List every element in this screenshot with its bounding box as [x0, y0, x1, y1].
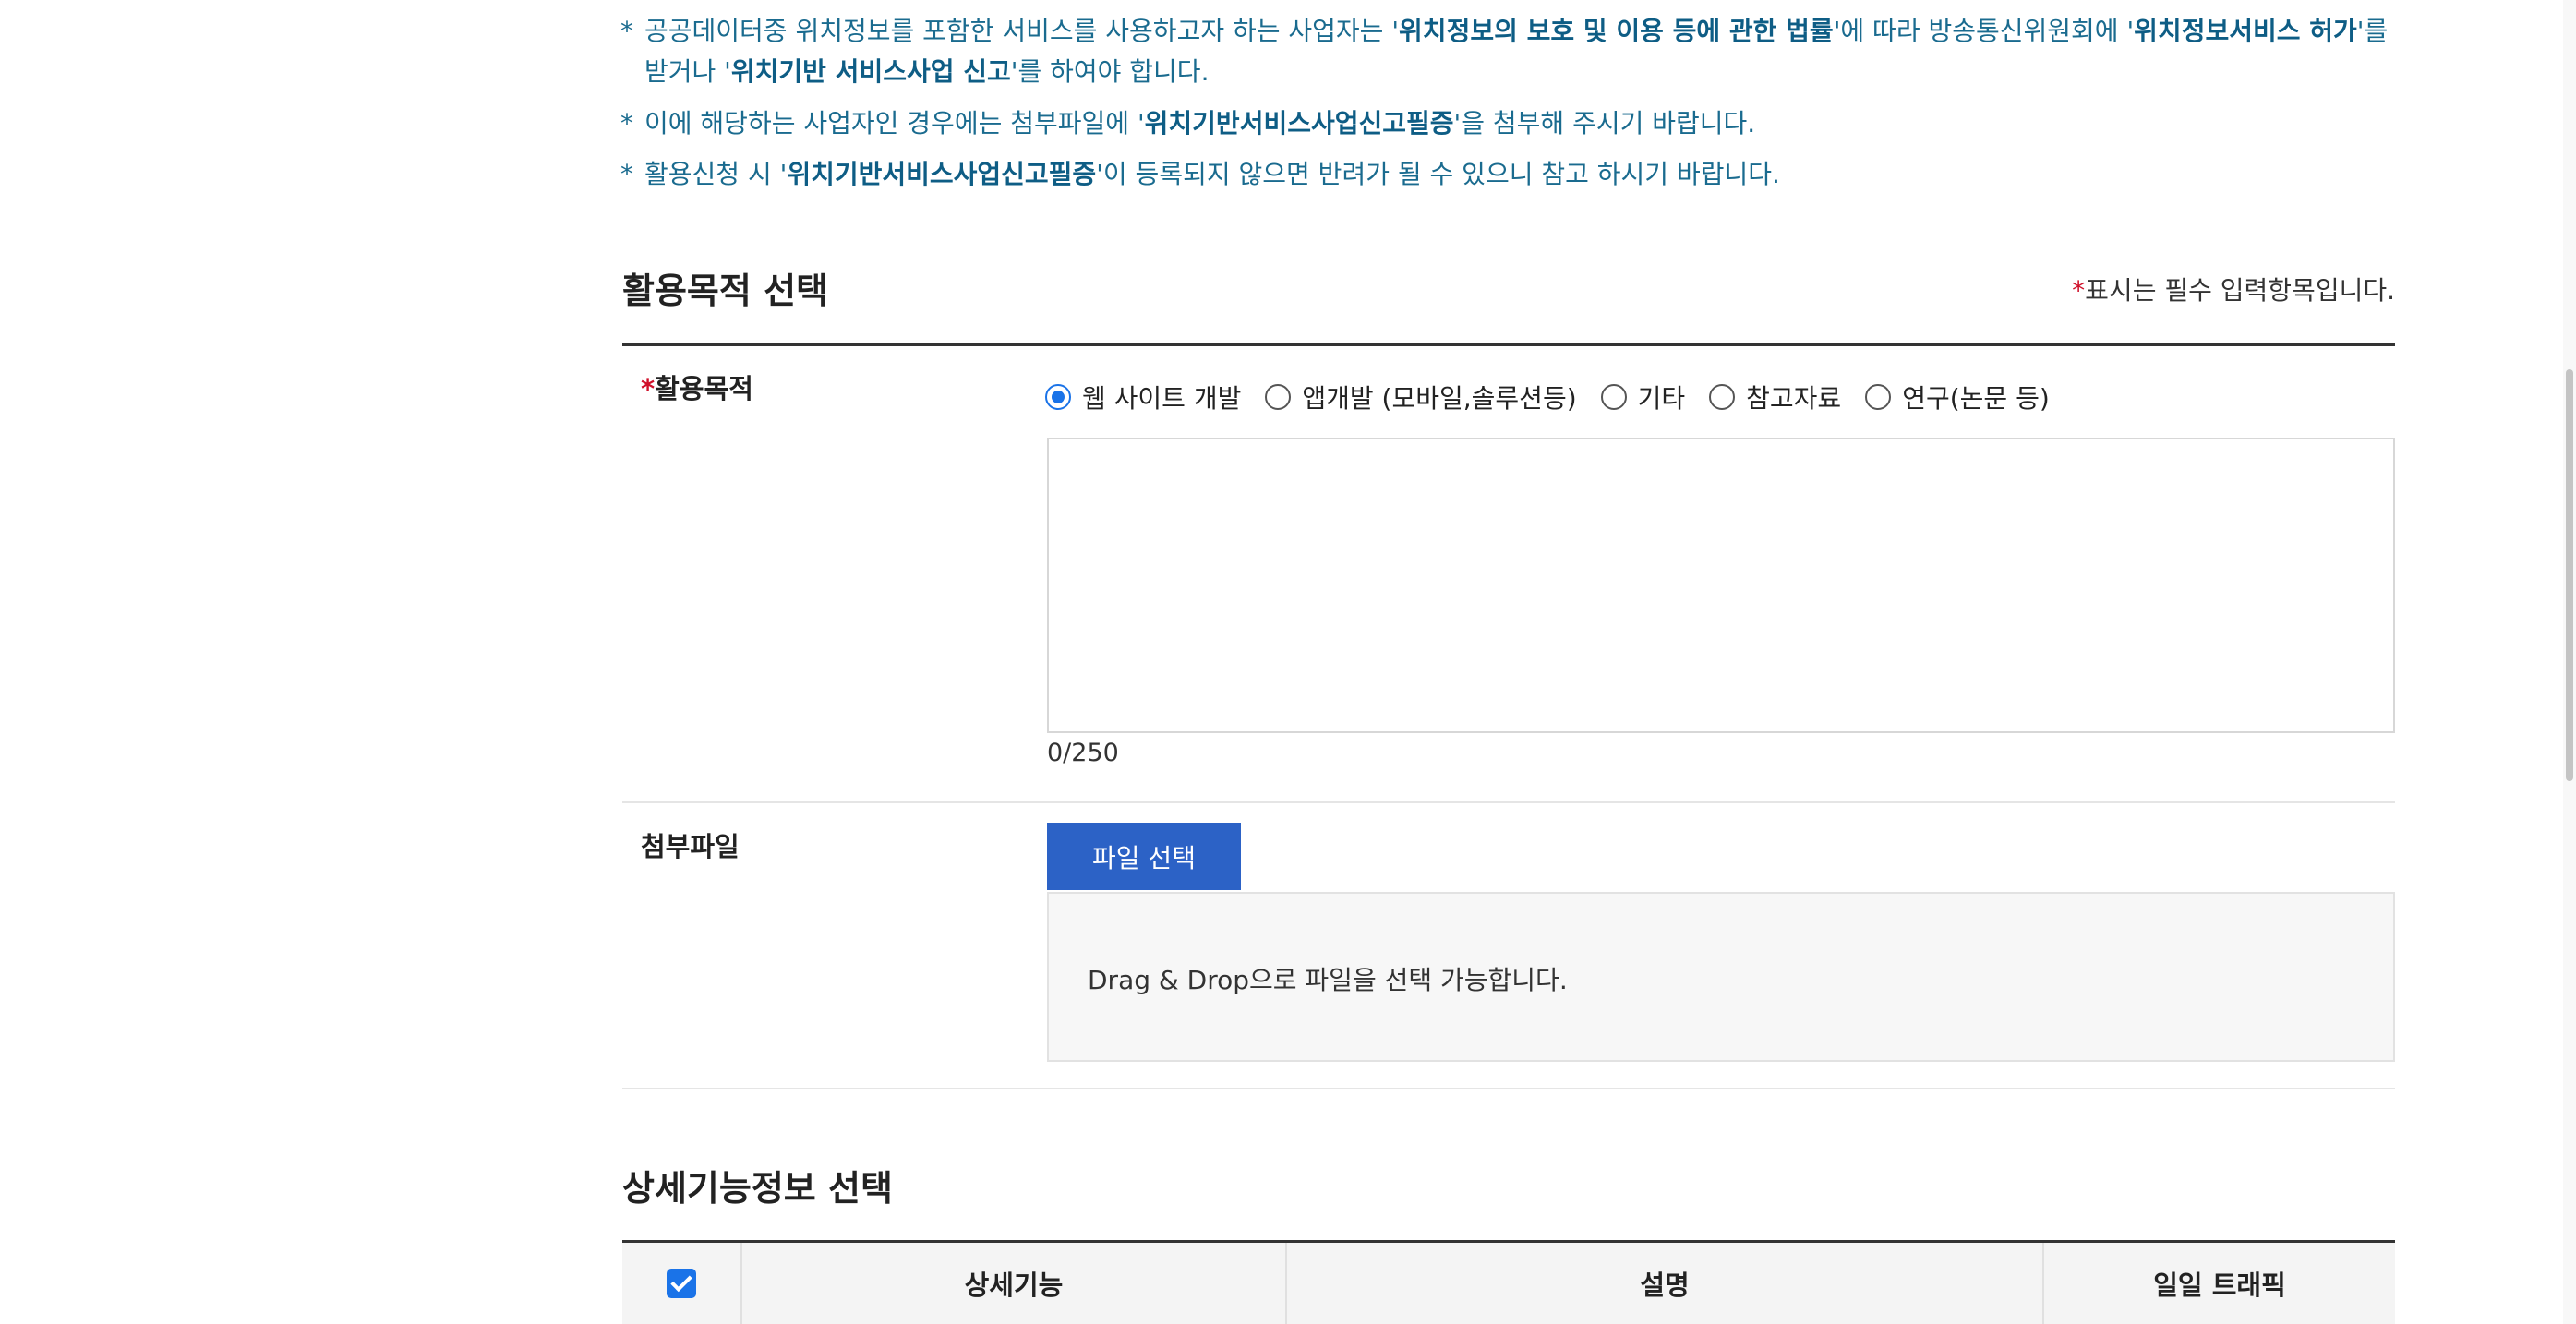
radio-option-reference[interactable]: 참고자료: [1709, 379, 1841, 415]
column-header-daily-traffic: 일일 트래픽: [2153, 1270, 2286, 1301]
section-top-border: [622, 343, 2395, 346]
notice-bullet: *: [620, 159, 633, 189]
purpose-field-label: *활용목적: [641, 373, 753, 404]
detail-section-title: 상세기능정보 선택: [622, 1168, 893, 1209]
notice-bullet: *: [620, 16, 633, 46]
radio-option-website[interactable]: 웹 사이트 개발: [1045, 379, 1241, 415]
row-divider: [622, 801, 2395, 803]
file-select-button[interactable]: 파일 선택: [1047, 823, 1241, 890]
purpose-radio-group: 웹 사이트 개발 앱개발 (모바일,솔루션등) 기타 참고자료 연구(논문 등): [1045, 379, 2074, 415]
notice-location-law: * 공공데이터중 위치정보를 포함한 서비스를 사용하고자 하는 사업자는 '위…: [620, 11, 2402, 92]
radio-option-app[interactable]: 앱개발 (모바일,솔루션등): [1265, 379, 1577, 415]
required-marker: *: [641, 373, 656, 404]
select-all-cell: [622, 1243, 742, 1324]
column-header-description: 설명: [1287, 1243, 2044, 1324]
required-fields-note: *표시는 필수 입력항목입니다.: [2072, 275, 2395, 306]
radio-button[interactable]: [1600, 384, 1627, 410]
character-counter: 0/250: [1047, 739, 1119, 767]
row-divider: [622, 1088, 2395, 1089]
radio-button[interactable]: [1265, 384, 1292, 410]
notice-rejection-warning: * 활용신청 시 '위치기반서비스사업신고필증'이 등록되지 않으면 반려가 될…: [620, 154, 2402, 195]
page-scrollbar[interactable]: [2563, 0, 2576, 1324]
notice-text: 활용신청 시 '위치기반서비스사업신고필증'이 등록되지 않으면 반려가 될 수…: [644, 159, 1780, 189]
notice-text: 이에 해당하는 사업자인 경우에는 첨부파일에 '위치기반서비스사업신고필증'을…: [644, 108, 1756, 138]
scrollbar-thumb[interactable]: [2566, 369, 2573, 781]
detail-table-header: 상세기능 설명 일일 트래픽: [622, 1243, 2395, 1324]
radio-option-research[interactable]: 연구(논문 등): [1865, 379, 2050, 415]
attachment-field-label: 첨부파일: [641, 831, 740, 862]
select-all-checkbox[interactable]: [667, 1269, 696, 1298]
radio-option-etc[interactable]: 기타: [1600, 379, 1685, 415]
radio-button[interactable]: [1865, 384, 1892, 410]
notice-attach-certificate: * 이에 해당하는 사업자인 경우에는 첨부파일에 '위치기반서비스사업신고필증…: [620, 103, 2402, 144]
radio-button[interactable]: [1709, 384, 1736, 410]
required-marker: *: [2072, 275, 2086, 306]
file-drop-zone[interactable]: Drag & Drop으로 파일을 선택 가능합니다.: [1047, 892, 2395, 1062]
drop-zone-hint: Drag & Drop으로 파일을 선택 가능합니다.: [1088, 965, 1568, 995]
radio-button-selected[interactable]: [1045, 384, 1071, 410]
notice-text: 공공데이터중 위치정보를 포함한 서비스를 사용하고자 하는 사업자는 '위치정…: [644, 16, 2389, 87]
purpose-textarea[interactable]: [1047, 438, 2395, 733]
purpose-section-title: 활용목적 선택: [622, 271, 828, 311]
notice-bullet: *: [620, 108, 633, 138]
column-header-function: 상세기능: [742, 1243, 1287, 1324]
